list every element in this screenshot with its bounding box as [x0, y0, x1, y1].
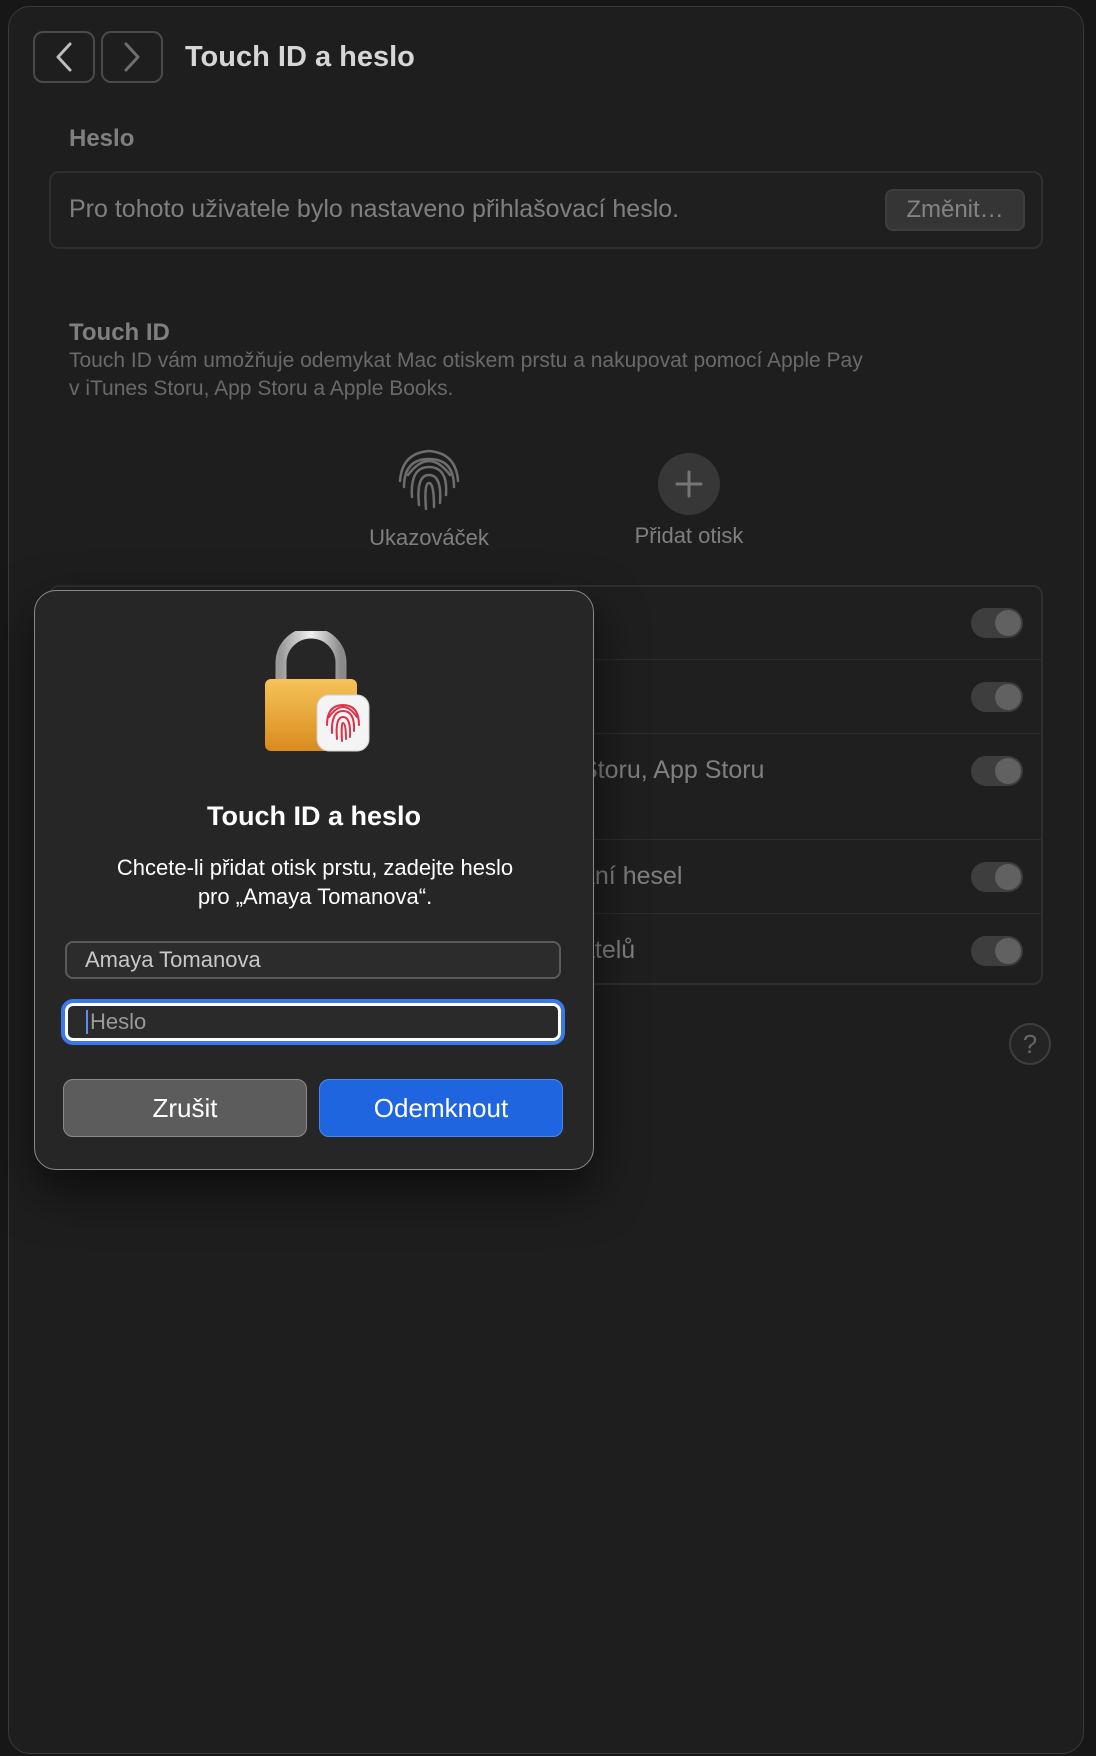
chevron-left-icon [56, 42, 72, 72]
dialog-title: Touch ID a heslo [206, 801, 422, 831]
chevron-right-icon [124, 42, 140, 72]
password-dialog: Touch ID a heslo Chcete-li přidat otisk … [34, 590, 594, 1170]
fingerprint-icon [398, 449, 460, 511]
lock-fingerprint-icon [261, 627, 371, 752]
add-fingerprint-label: Přidat otisk [634, 523, 744, 548]
toolbar: Touch ID a heslo [9, 7, 1083, 107]
option-toggle[interactable] [971, 682, 1023, 712]
cancel-button[interactable]: Zrušit [63, 1079, 307, 1137]
password-field[interactable]: Heslo [65, 1003, 561, 1041]
username-field[interactable]: Amaya Tomanova [65, 941, 561, 979]
fingerprint-item[interactable]: Ukazováček [349, 447, 509, 551]
help-button[interactable]: ? [1009, 1023, 1051, 1065]
option-toggle[interactable] [971, 936, 1023, 966]
text-caret [86, 1010, 88, 1034]
password-placeholder: Heslo [90, 1009, 147, 1034]
password-box: Pro tohoto uživatele bylo nastaveno přih… [49, 171, 1043, 249]
password-status-text: Pro tohoto uživatele bylo nastaveno přih… [69, 195, 680, 223]
change-password-button[interactable]: Změnit… [885, 189, 1025, 231]
plus-icon [675, 470, 703, 498]
unlock-button[interactable]: Odemknout [319, 1079, 563, 1137]
fingerprint-label: Ukazováček [369, 525, 489, 550]
option-toggle[interactable] [971, 608, 1023, 638]
touchid-section-title: Touch ID [69, 319, 170, 346]
back-button[interactable] [33, 31, 95, 83]
touchid-description: Touch ID vám umožňuje odemykat Mac otisk… [69, 349, 863, 400]
option-toggle[interactable] [971, 862, 1023, 892]
page-title: Touch ID a heslo [185, 41, 415, 73]
password-section-title: Heslo [69, 125, 135, 152]
dialog-message: Chcete-li přidat otisk prstu, zadejte he… [116, 855, 514, 909]
forward-button[interactable] [101, 31, 163, 83]
add-fingerprint-button[interactable]: Přidat otisk [609, 453, 769, 549]
option-toggle[interactable] [971, 756, 1023, 786]
